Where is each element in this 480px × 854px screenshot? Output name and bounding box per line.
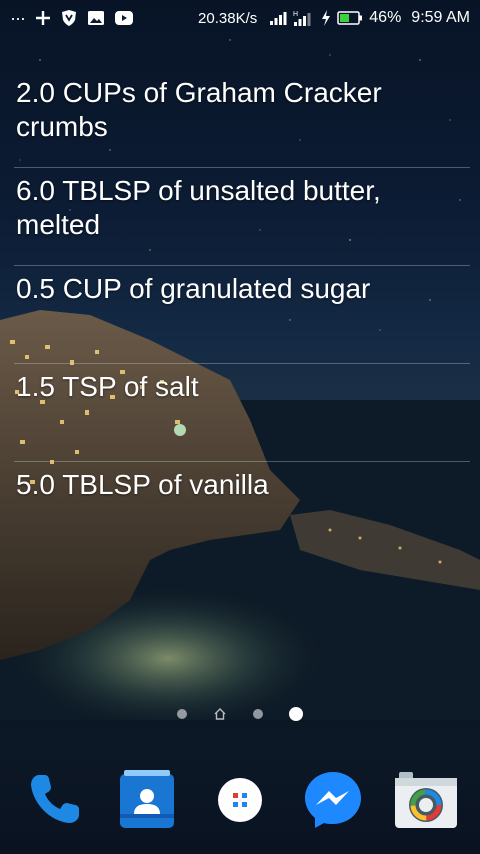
contacts-icon [120,770,175,828]
phone-app[interactable] [21,767,87,833]
messenger-app[interactable] [300,767,366,833]
contacts-app[interactable] [114,767,180,833]
page-dot[interactable] [177,709,187,719]
dock [0,762,480,838]
signal-h-icon: H [293,10,311,26]
camera-icon [394,772,457,828]
youtube-icon [114,11,133,25]
svg-text:H: H [293,11,298,18]
page-indicator [0,703,480,725]
ingredient-item[interactable]: 1.5 TSP of salt [14,364,470,462]
add-icon [35,10,51,26]
more-notifications-icon: ··· [10,7,26,28]
vpn-shield-icon [61,9,77,27]
ingredient-item[interactable]: 0.5 CUP of granulated sugar [14,266,470,364]
camera-app[interactable] [393,767,459,833]
clock: 9:59 AM [411,9,470,26]
signal-icon [269,11,287,25]
gallery-icon [87,10,105,26]
page-dot-active[interactable] [289,707,303,721]
home-page-icon[interactable] [213,707,227,721]
app-drawer-button[interactable] [207,767,273,833]
app-drawer-icon [217,778,262,822]
phone-icon [31,775,80,823]
ingredient-item[interactable]: 6.0 TBLSP of unsalted butter, melted [14,168,470,266]
ingredient-item[interactable]: 2.0 CUPs of Graham Cracker crumbs [14,70,470,168]
page-dot[interactable] [253,709,263,719]
ingredient-list-widget: 2.0 CUPs of Graham Cracker crumbs 6.0 TB… [14,70,470,522]
status-bar: ··· 20.38K/s H 46% 9:59 AM [0,0,480,36]
charging-icon [321,10,331,26]
battery-percent: 46% [369,9,402,26]
home-screen: ··· 20.38K/s H 46% 9:59 AM 2.0 CUPs of G… [0,0,480,854]
network-speed: 20.38K/s [198,9,258,27]
ingredient-item[interactable]: 5.0 TBLSP of vanilla [14,462,470,522]
messenger-icon [304,772,361,828]
battery-icon [337,11,363,25]
